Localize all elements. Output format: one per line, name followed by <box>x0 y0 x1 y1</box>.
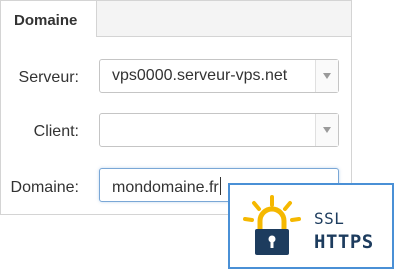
tab-domaine[interactable]: Domaine <box>1 1 97 37</box>
server-dropdown-button[interactable] <box>315 60 338 92</box>
domain-input-value: mondomaine.fr <box>112 179 219 196</box>
server-label: Serveur: <box>18 69 79 86</box>
client-dropdown-button[interactable] <box>315 114 338 146</box>
text-caret <box>219 177 221 195</box>
https-label: HTTPS <box>314 231 374 253</box>
client-select[interactable] <box>99 113 339 147</box>
padlock-sun-icon <box>243 195 301 255</box>
client-label: Client: <box>33 123 79 140</box>
server-select[interactable]: vps0000.serveur-vps.net <box>99 59 339 93</box>
server-select-value: vps0000.serveur-vps.net <box>112 67 288 84</box>
chevron-down-icon <box>323 127 331 133</box>
domain-label: Domaine: <box>10 179 79 196</box>
ssl-https-badge: SSL HTTPS <box>228 183 394 269</box>
chevron-down-icon <box>323 73 331 79</box>
ssl-label: SSL <box>314 209 345 228</box>
